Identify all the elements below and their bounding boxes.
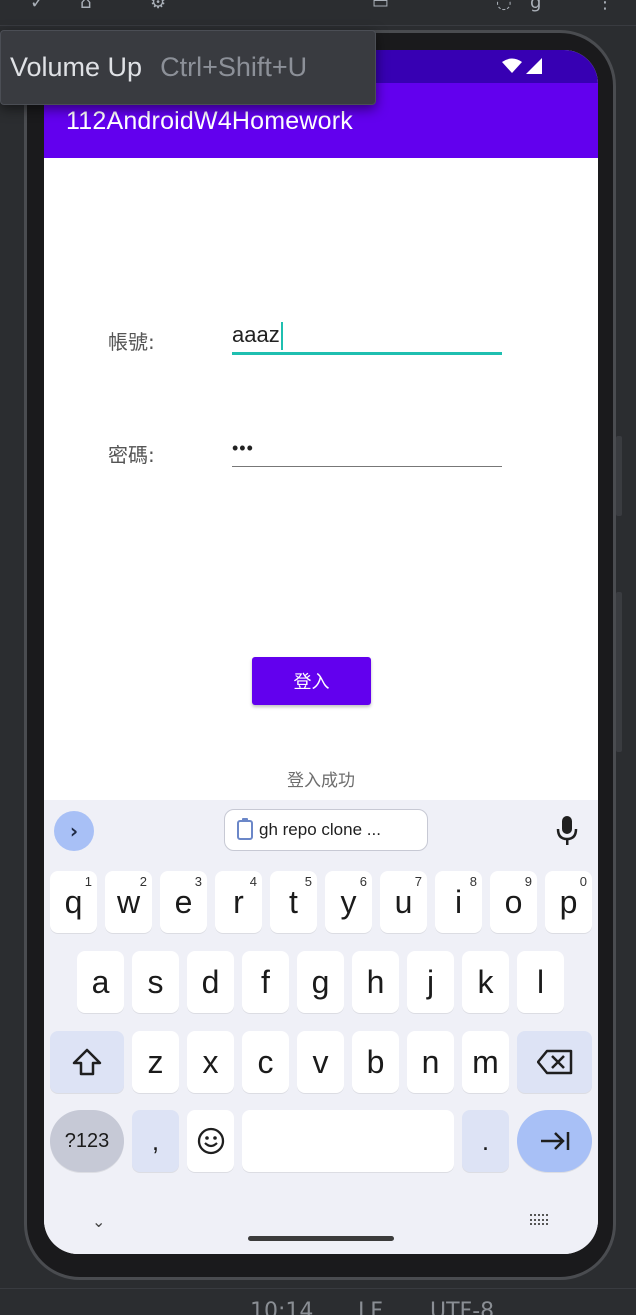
chevron-right-icon: › [69,819,79,843]
ide-toolbar-icon[interactable]: ⚙ [150,0,166,13]
ide-toolbar-icon[interactable]: ⌂ [80,0,91,13]
key-v[interactable]: v [297,1031,344,1093]
key-n[interactable]: n [407,1031,454,1093]
cellular-signal-icon [526,58,542,74]
comma-key[interactable]: , [132,1110,179,1172]
ide-toolbar-icon[interactable]: g [530,0,541,13]
login-result-text: 登入成功 [287,771,355,791]
key-m[interactable]: m [462,1031,509,1093]
key-h[interactable]: h [352,951,399,1013]
tooltip-shortcut: Ctrl+Shift+U [160,52,308,82]
emoji-key[interactable] [187,1110,234,1172]
key-p[interactable]: p0 [545,871,592,933]
login-button[interactable]: 登入 [252,657,371,705]
expand-toolbar-button[interactable]: › [54,811,94,851]
key-t[interactable]: t5 [270,871,317,933]
ide-toolbar: ✓ ⌂ ⚙ ▭ ◌ g ⋮ [0,0,636,26]
symbols-key[interactable]: ?123 [50,1110,124,1172]
status-line-separator[interactable]: LF [358,1299,383,1315]
status-time[interactable]: 10:14 [250,1299,313,1315]
password-field[interactable]: ••• [232,433,502,467]
key-d[interactable]: d [187,951,234,1013]
ide-toolbar-icon[interactable]: ◌ [496,0,512,13]
status-icons [502,58,542,74]
backspace-key[interactable] [517,1031,592,1093]
shift-icon [72,1048,102,1076]
password-underline [232,466,502,467]
key-c[interactable]: c [242,1031,289,1093]
period-key[interactable]: . [462,1110,509,1172]
key-b[interactable]: b [352,1031,399,1093]
key-i[interactable]: i8 [435,871,482,933]
account-field[interactable]: aaaz [232,320,502,355]
microphone-icon[interactable] [556,816,578,846]
key-o[interactable]: o9 [490,871,537,933]
password-input[interactable]: ••• [232,433,502,463]
key-z[interactable]: z [132,1031,179,1093]
key-w[interactable]: w2 [105,871,152,933]
password-label: 密碼: [108,443,155,467]
next-key[interactable] [517,1110,592,1172]
key-a[interactable]: a [77,951,124,1013]
key-x[interactable]: x [187,1031,234,1093]
key-y[interactable]: y6 [325,871,372,933]
gesture-home-indicator[interactable] [248,1236,394,1241]
ide-status-bar: 10:14 LF UTF-8 [0,1288,636,1315]
clipboard-chip-text: gh repo clone ... [259,820,381,839]
shift-key[interactable] [50,1031,124,1093]
key-f[interactable]: f [242,951,289,1013]
keyboard-switch-icon[interactable] [530,1214,550,1226]
key-k[interactable]: k [462,951,509,1013]
account-input[interactable]: aaaz [232,320,502,351]
key-u[interactable]: u7 [380,871,427,933]
key-s[interactable]: s [132,951,179,1013]
text-cursor [280,322,283,351]
soft-keyboard: › gh repo clone ... q1 w2 e3 r4 t5 y6 u7… [44,800,598,1254]
key-e[interactable]: e3 [160,871,207,933]
chevron-down-icon[interactable]: ⌄ [92,1212,105,1231]
ide-toolbar-icon[interactable]: ⋮ [596,0,614,13]
key-j[interactable]: j [407,951,454,1013]
tooltip-label: Volume Up [10,52,143,82]
tab-arrow-icon [540,1132,569,1150]
device-screen: 112AndroidW4Homework 帳號: aaaz 密碼: ••• 登入… [44,50,598,1254]
key-r[interactable]: r4 [215,871,262,933]
device-power-button[interactable] [616,436,622,516]
space-key[interactable] [242,1110,454,1172]
account-underline [232,352,502,355]
clipboard-icon [237,818,253,840]
backspace-icon [536,1049,572,1075]
key-g[interactable]: g [297,951,344,1013]
key-q[interactable]: q1 [50,871,97,933]
emoji-icon [197,1127,224,1155]
ide-toolbar-icon[interactable]: ▭ [372,0,389,13]
key-l[interactable]: l [517,951,564,1013]
account-value: aaaz [232,322,280,347]
volume-up-tooltip: Volume Up Ctrl+Shift+U [0,30,376,105]
account-label: 帳號: [108,330,155,354]
app-title: 112AndroidW4Homework [66,107,353,135]
device-volume-button[interactable] [616,592,622,752]
status-encoding[interactable]: UTF-8 [430,1299,494,1315]
ide-toolbar-icon[interactable]: ✓ [30,0,45,13]
wifi-icon [502,58,522,73]
clipboard-suggestion-chip[interactable]: gh repo clone ... [224,809,428,851]
